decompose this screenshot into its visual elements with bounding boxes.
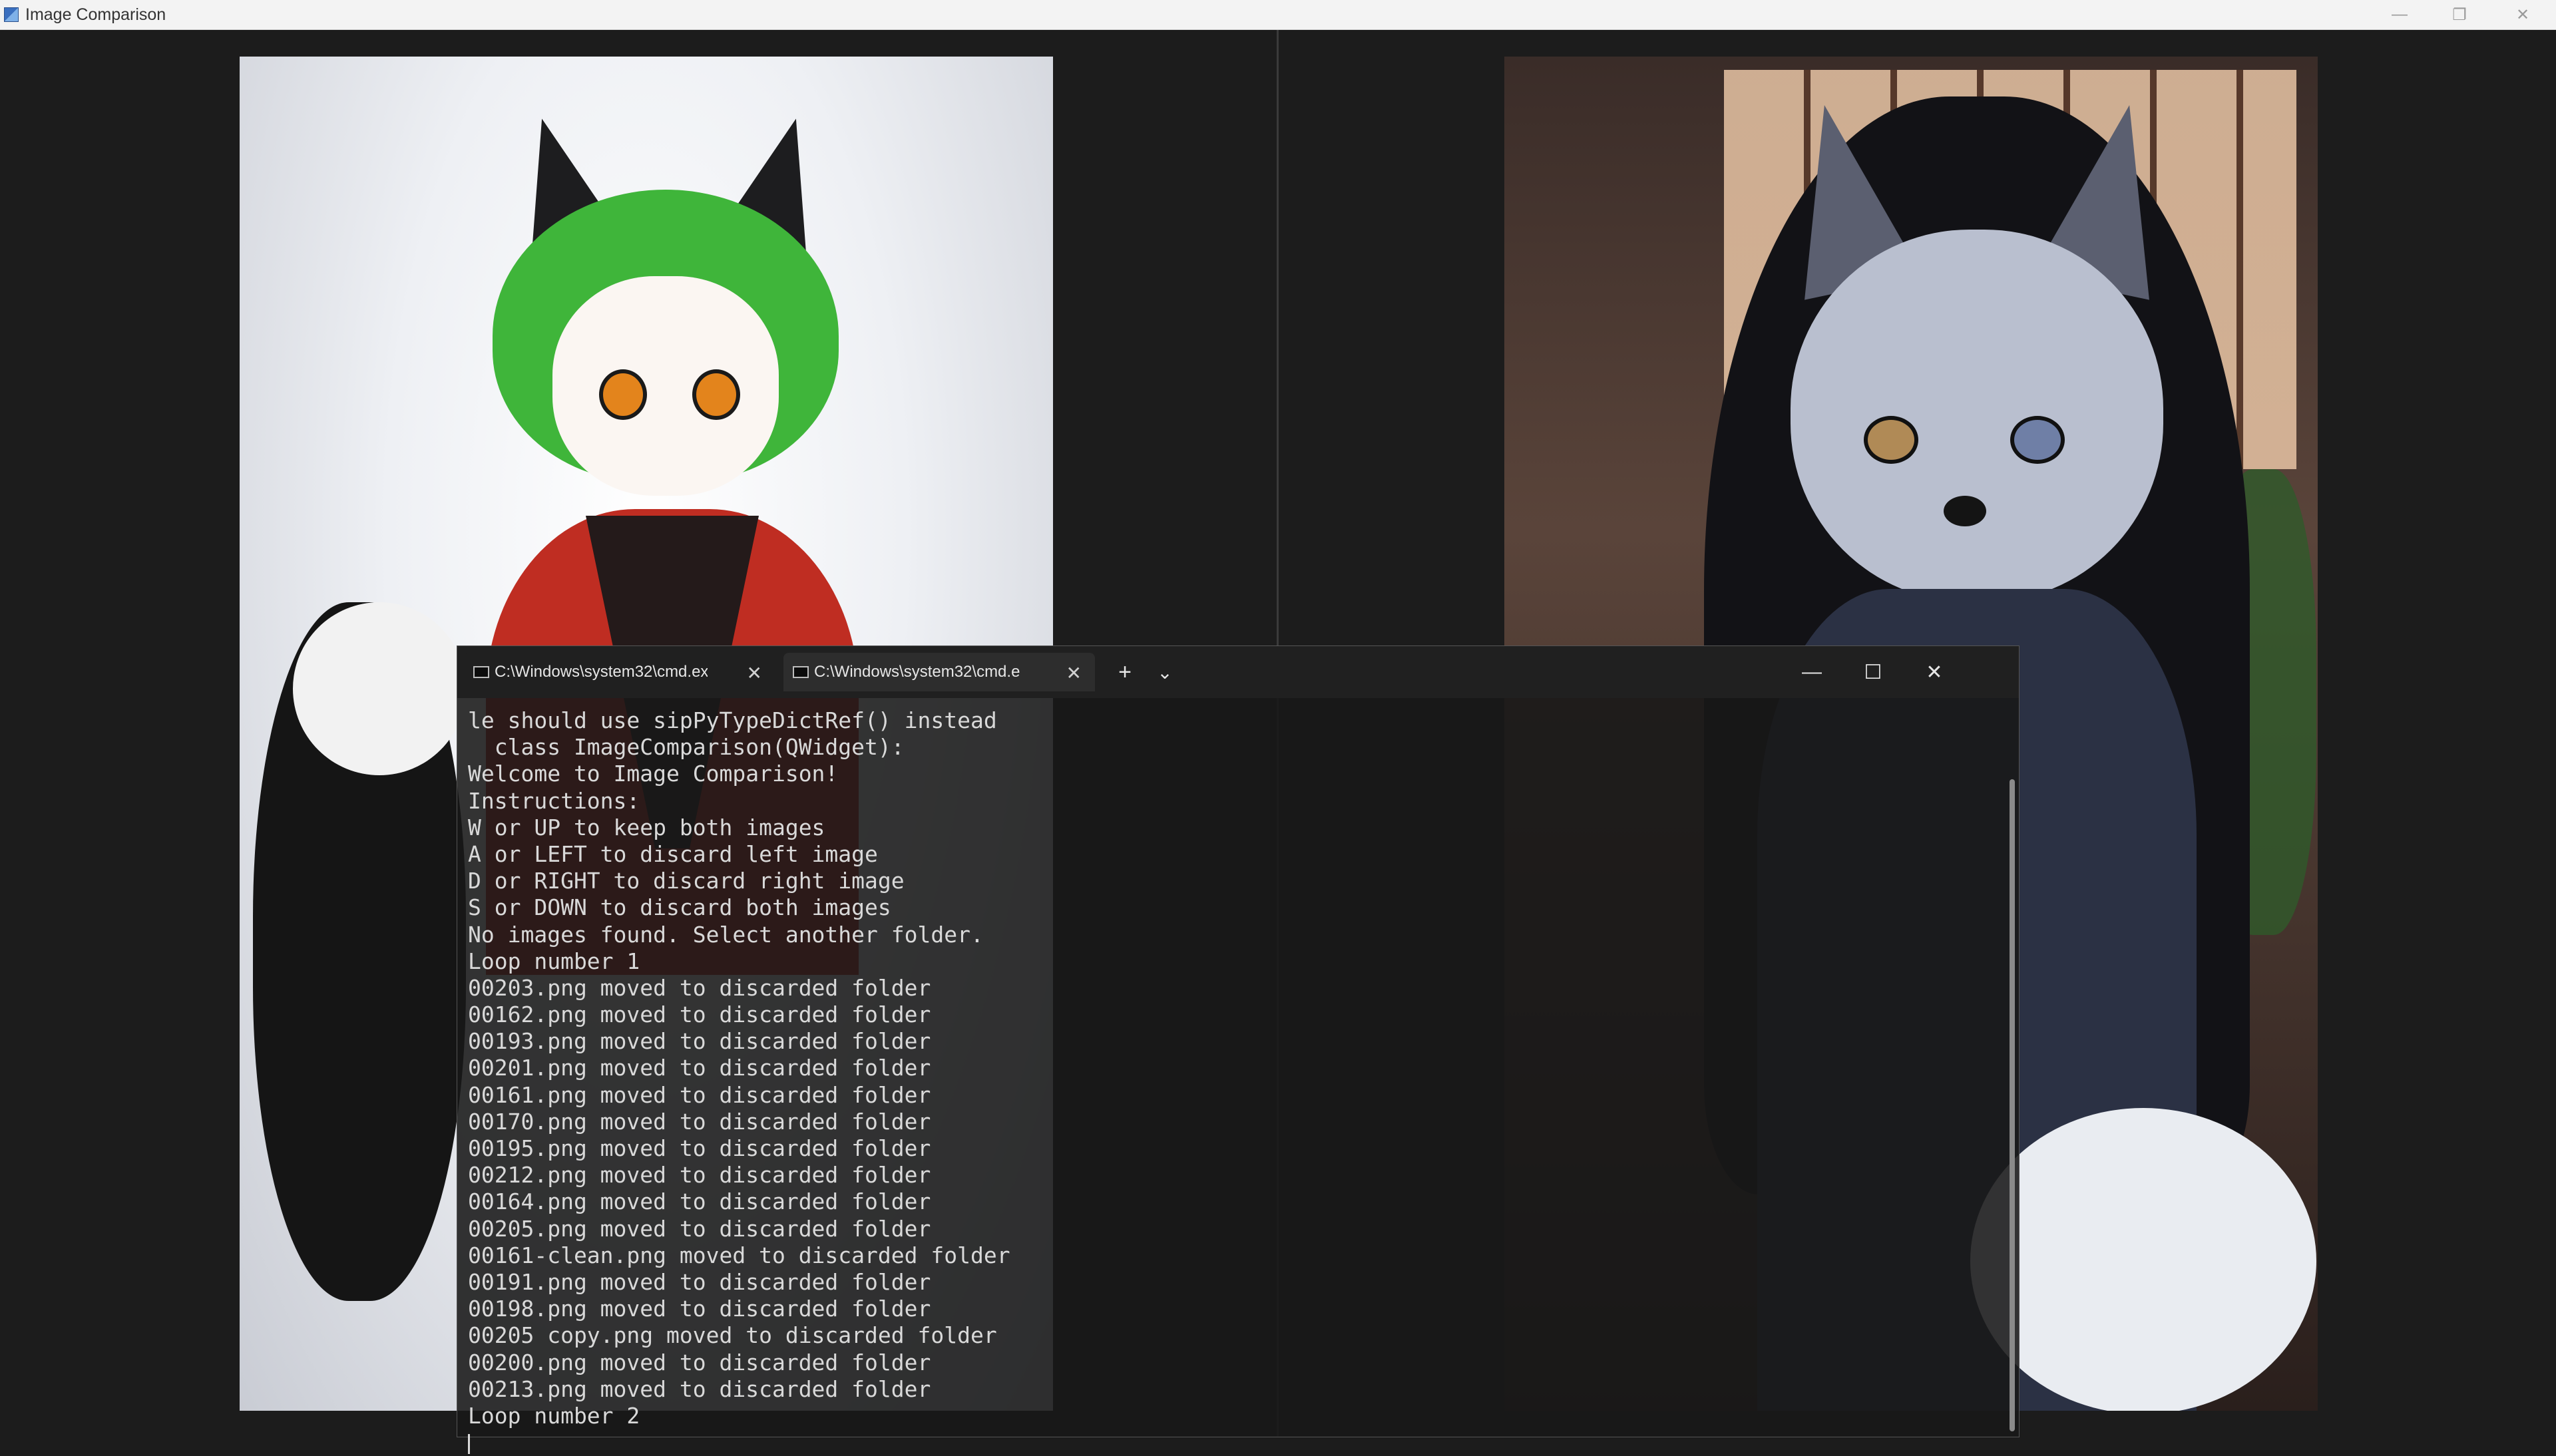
app-titlebar: Image Comparison — ❐ ✕ xyxy=(0,0,2556,30)
terminal-line: le should use sipPyTypeDictRef() instead xyxy=(468,707,997,733)
terminal-scrollbar[interactable] xyxy=(2010,779,2015,1431)
terminal-close-button[interactable]: ✕ xyxy=(1904,653,1964,691)
cmd-icon xyxy=(793,666,809,678)
terminal-line: 00212.png moved to discarded folder xyxy=(468,1162,931,1188)
terminal-line: 00201.png moved to discarded folder xyxy=(468,1055,931,1081)
terminal-line: 00193.png moved to discarded folder xyxy=(468,1028,931,1055)
terminal-tab-2[interactable]: C:\Windows\system32\cmd.e ✕ xyxy=(783,653,1095,691)
restore-button[interactable]: ❐ xyxy=(2430,0,2489,29)
terminal-line: 00213.png moved to discarded folder xyxy=(468,1375,931,1402)
terminal-line: 00161.png moved to discarded folder xyxy=(468,1081,931,1108)
terminal-line: 00170.png moved to discarded folder xyxy=(468,1108,931,1135)
terminal-output[interactable]: le should use sipPyTypeDictRef() instead… xyxy=(468,707,2006,1456)
terminal-line: 00195.png moved to discarded folder xyxy=(468,1135,931,1161)
cmd-icon xyxy=(473,666,489,678)
right-image-tail xyxy=(1970,1108,2316,1411)
terminal-tab-1[interactable]: C:\Windows\system32\cmd.ex ✕ xyxy=(464,653,775,691)
app-icon xyxy=(4,7,19,22)
tab-label: C:\Windows\system32\cmd.e xyxy=(814,663,1020,681)
terminal-maximize-button[interactable]: ☐ xyxy=(1843,653,1903,691)
terminal-cursor-line xyxy=(468,1429,2006,1456)
close-button[interactable]: ✕ xyxy=(2493,0,2553,29)
right-image-face xyxy=(1791,230,2163,602)
terminal-line: Loop number 2 xyxy=(468,1402,640,1429)
right-image-eye xyxy=(2010,416,2065,464)
terminal-line: 00198.png moved to discarded folder xyxy=(468,1296,931,1322)
terminal-line: 00162.png moved to discarded folder xyxy=(468,1001,931,1028)
text-cursor xyxy=(468,1433,470,1454)
right-image-nose xyxy=(1944,496,1986,526)
terminal-line: D or RIGHT to discard right image xyxy=(468,868,905,894)
new-tab-button[interactable]: + xyxy=(1108,655,1142,689)
terminal-tab-bar: C:\Windows\system32\cmd.ex ✕ C:\Windows\… xyxy=(457,646,2019,698)
terminal-line: 00203.png moved to discarded folder xyxy=(468,974,931,1001)
terminal-line: 00161-clean.png moved to discarded folde… xyxy=(468,1242,1010,1268)
left-image-tail-tip xyxy=(293,602,466,775)
terminal-line: 00200.png moved to discarded folder xyxy=(468,1349,931,1375)
terminal-line: A or LEFT to discard left image xyxy=(468,840,878,867)
left-image-face xyxy=(552,276,779,496)
right-image-eye xyxy=(1864,416,1918,464)
tab-close-icon[interactable]: ✕ xyxy=(1066,662,1082,684)
terminal-window[interactable]: C:\Windows\system32\cmd.ex ✕ C:\Windows\… xyxy=(457,645,2020,1454)
terminal-line: 00205.png moved to discarded folder xyxy=(468,1215,931,1242)
tab-label: C:\Windows\system32\cmd.ex xyxy=(495,663,708,681)
minimize-button[interactable]: — xyxy=(2370,0,2430,29)
left-image-eye xyxy=(692,369,740,420)
terminal-line: No images found. Select another folder. xyxy=(468,921,984,948)
tab-close-icon[interactable]: ✕ xyxy=(747,662,762,684)
terminal-line: Loop number 1 xyxy=(468,948,640,974)
terminal-line: 00164.png moved to discarded folder xyxy=(468,1188,931,1215)
terminal-minimize-button[interactable]: — xyxy=(1782,653,1842,691)
terminal-line: Welcome to Image Comparison! xyxy=(468,761,839,787)
terminal-line: W or UP to keep both images xyxy=(468,814,825,840)
terminal-line: 00191.png moved to discarded folder xyxy=(468,1268,931,1295)
terminal-line: Instructions: xyxy=(468,787,640,814)
left-image-eye xyxy=(599,369,647,420)
app-title: Image Comparison xyxy=(25,5,166,24)
terminal-line: S or DOWN to discard both images xyxy=(468,894,891,921)
tab-dropdown-button[interactable]: ⌄ xyxy=(1148,655,1181,689)
terminal-line: 00205 copy.png moved to discarded folder xyxy=(468,1322,997,1349)
terminal-line: class ImageComparison(QWidget): xyxy=(468,734,905,761)
